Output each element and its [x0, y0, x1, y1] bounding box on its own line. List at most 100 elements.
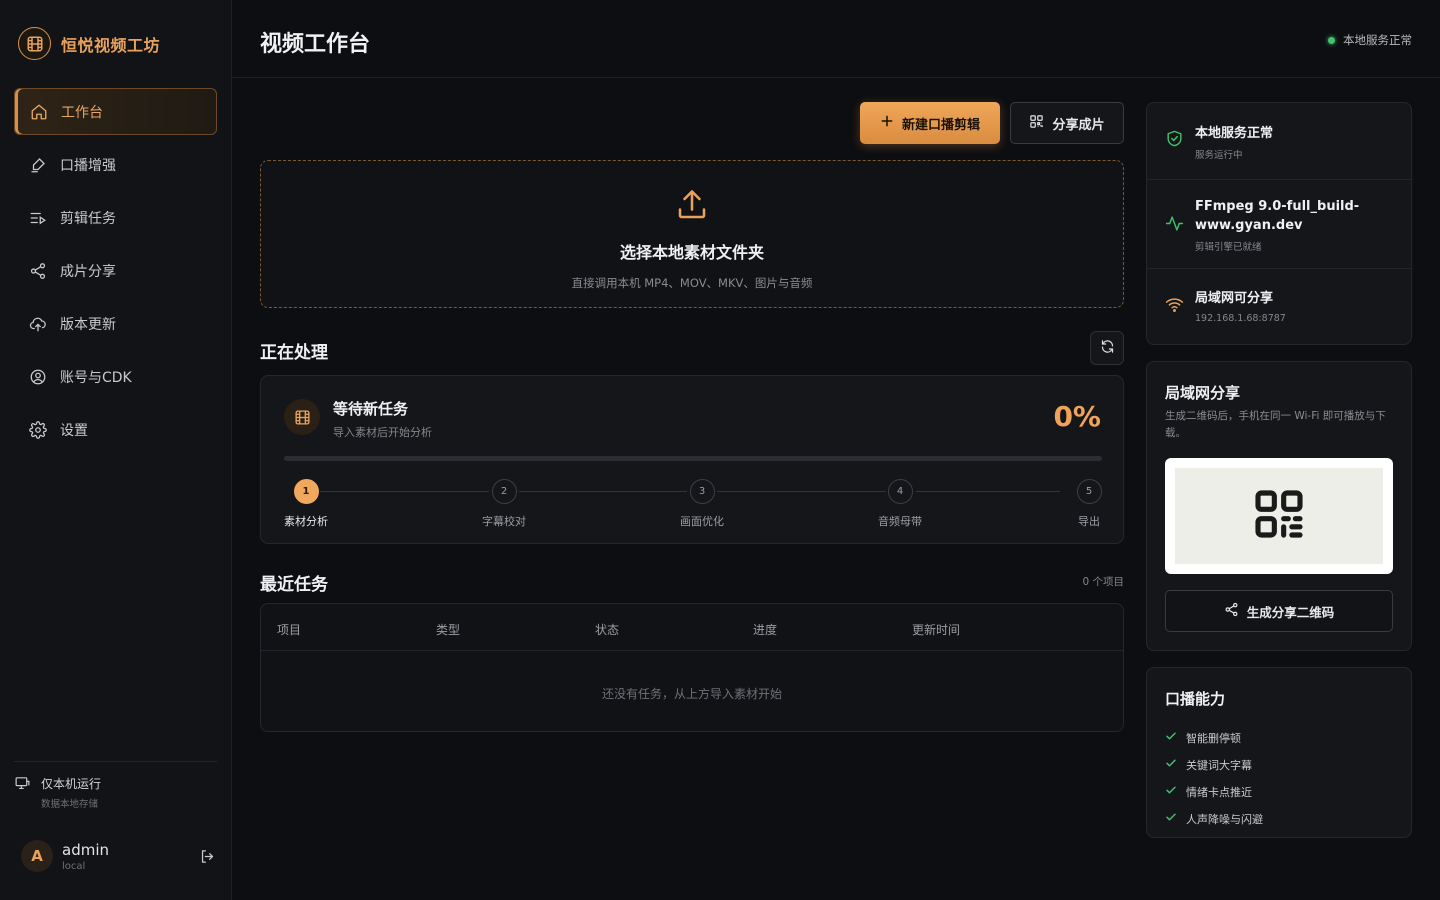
- user-role: local: [62, 860, 86, 872]
- check-icon: [1165, 757, 1177, 772]
- empty-state-message: 还没有任务，从上方导入素材开始: [601, 687, 782, 701]
- recent-count: 0 个项目: [1082, 576, 1124, 588]
- refresh-icon: [1100, 339, 1115, 358]
- sidebar-item-label: 设置: [60, 422, 88, 439]
- sidebar-item-label: 成片分享: [60, 263, 116, 280]
- local-run-subtitle: 数据本地存储: [41, 799, 99, 810]
- service-row-local: 本地服务正常 服务运行中: [1147, 103, 1411, 180]
- refresh-button[interactable]: [1090, 331, 1124, 365]
- qr-code-icon: [1029, 114, 1044, 133]
- logout-icon[interactable]: [197, 846, 217, 866]
- status-dot-icon: [1328, 36, 1335, 44]
- home-icon: [29, 102, 49, 122]
- service-row-lan: 局域网可分享 192.168.1.68:8787: [1147, 269, 1411, 344]
- column-header-project[interactable]: 项目: [277, 621, 301, 638]
- brand[interactable]: 恒悦视频工坊: [18, 27, 160, 60]
- step-4: 4 音频母带: [878, 479, 922, 529]
- lan-share-description: 生成二维码后，手机在同一 Wi-Fi 即可播放与下载。: [1165, 410, 1386, 439]
- local-run-info: 仅本机运行 数据本地存储: [14, 761, 217, 810]
- capability-item: 关键词大字幕: [1165, 751, 1263, 778]
- capabilities-card: 口播能力 智能删停顿 关键词大字幕 情绪卡点推近 人声降噪与闪避: [1146, 667, 1412, 838]
- service-title: 本地服务正常: [1195, 126, 1274, 141]
- dropzone-title: 选择本地素材文件夹: [619, 243, 764, 262]
- capability-label: 关键词大字幕: [1186, 758, 1252, 772]
- new-voice-edit-button[interactable]: 新建口播剪辑: [860, 102, 1000, 144]
- service-title: FFmpeg 9.0-full_build-www.gyan.dev: [1195, 199, 1360, 233]
- new-voice-edit-label: 新建口播剪辑: [901, 117, 980, 133]
- brush-icon: [28, 155, 48, 175]
- step-number: 3: [689, 479, 715, 504]
- recent-tasks-table: 项目 类型 状态 进度 更新时间 还没有任务，从上方导入素材开始: [260, 603, 1124, 732]
- user-circle-icon: [28, 367, 48, 387]
- check-icon: [1165, 730, 1177, 745]
- lan-share-title: 局域网分享: [1165, 384, 1241, 402]
- sidebar-item-label: 账号与CDK: [60, 369, 132, 386]
- capabilities-title: 口播能力: [1165, 690, 1226, 708]
- service-subtitle: 服务运行中: [1195, 150, 1243, 161]
- service-subtitle: 192.168.1.68:8787: [1195, 313, 1286, 324]
- share-video-button[interactable]: 分享成片: [1010, 102, 1124, 144]
- capability-label: 智能删停顿: [1186, 731, 1241, 745]
- step-connector: [320, 491, 489, 492]
- step-connector: [916, 491, 1060, 492]
- local-run-title: 仅本机运行: [41, 777, 102, 791]
- service-row-ffmpeg: FFmpeg 9.0-full_build-www.gyan.dev 剪辑引擎已…: [1147, 180, 1411, 269]
- step-label: 音频母带: [878, 515, 922, 528]
- sidebar-item-voice-enhance[interactable]: 口播增强: [14, 141, 217, 188]
- brand-name: 恒悦视频工坊: [61, 35, 161, 55]
- pulse-icon: [1163, 212, 1185, 234]
- column-header-updated[interactable]: 更新时间: [912, 621, 960, 638]
- app-root: 恒悦视频工坊 工作台 口播增强 剪辑任务 成片分享 版本更新 账号与CDK 设置…: [0, 0, 1440, 900]
- page-title: 视频工作台: [260, 32, 371, 57]
- generate-qr-button[interactable]: 生成分享二维码: [1165, 590, 1393, 632]
- step-number: 2: [491, 479, 517, 504]
- task-title: 等待新任务: [333, 400, 409, 418]
- processing-section-title: 正在处理: [260, 343, 328, 363]
- user-name: admin: [62, 840, 109, 859]
- share-icon: [28, 261, 48, 281]
- step-label: 导出: [1078, 515, 1100, 528]
- progress-percent: 0%: [1053, 400, 1101, 433]
- sidebar-item-account[interactable]: 账号与CDK: [14, 353, 217, 400]
- user-profile: A admin local: [21, 840, 217, 872]
- step-2: 2 字幕校对: [482, 479, 526, 529]
- column-header-type[interactable]: 类型: [436, 621, 460, 638]
- top-header: 视频工作台 本地服务正常: [232, 0, 1440, 78]
- sidebar-item-share[interactable]: 成片分享: [14, 247, 217, 294]
- column-header-progress[interactable]: 进度: [753, 621, 777, 638]
- service-title: 局域网可分享: [1195, 291, 1274, 306]
- sidebar-item-workbench[interactable]: 工作台: [14, 88, 217, 135]
- share-video-label: 分享成片: [1052, 117, 1105, 133]
- step-label: 画面优化: [680, 515, 724, 528]
- table-header: 项目 类型 状态 进度 更新时间: [261, 604, 1123, 651]
- progress-bar: [284, 456, 1102, 461]
- step-number: 4: [887, 479, 913, 504]
- service-status-card: 本地服务正常 服务运行中 FFmpeg 9.0-full_build-www.g…: [1146, 102, 1412, 345]
- avatar[interactable]: A: [21, 840, 53, 872]
- upload-icon: [674, 187, 710, 227]
- recent-section-title: 最近任务: [260, 575, 328, 595]
- step-number: 5: [1076, 479, 1102, 504]
- sidebar-item-update[interactable]: 版本更新: [14, 300, 217, 347]
- capability-label: 人声降噪与闪避: [1186, 812, 1263, 826]
- sidebar-item-settings[interactable]: 设置: [14, 406, 217, 453]
- service-status-text: 本地服务正常: [1343, 33, 1412, 47]
- folder-dropzone[interactable]: 选择本地素材文件夹 直接调用本机 MP4、MOV、MKV、图片与音频: [260, 160, 1124, 308]
- capability-item: 人声降噪与闪避: [1165, 805, 1263, 832]
- qr-code-icon: [1251, 486, 1307, 546]
- film-logo-icon: [18, 27, 51, 60]
- share-icon: [1224, 602, 1239, 620]
- sidebar-item-edit-tasks[interactable]: 剪辑任务: [14, 194, 217, 241]
- task-subtitle: 导入素材后开始分析: [333, 426, 432, 439]
- sidebar-nav: 工作台 口播增强 剪辑任务 成片分享 版本更新 账号与CDK 设置: [14, 88, 217, 459]
- check-icon: [1165, 784, 1177, 799]
- pipeline-steps: 1 素材分析 2 字幕校对 3 画面优化 4 音频母带 5 导出: [284, 479, 1102, 529]
- check-icon: [1165, 811, 1177, 826]
- sidebar-item-label: 口播增强: [60, 157, 116, 174]
- column-header-status[interactable]: 状态: [595, 621, 619, 638]
- qr-code-preview: [1165, 458, 1393, 574]
- sidebar-item-label: 工作台: [61, 104, 103, 121]
- capability-item: 智能删停顿: [1165, 724, 1263, 751]
- monitor-icon: [14, 775, 31, 810]
- step-connector: [519, 491, 687, 492]
